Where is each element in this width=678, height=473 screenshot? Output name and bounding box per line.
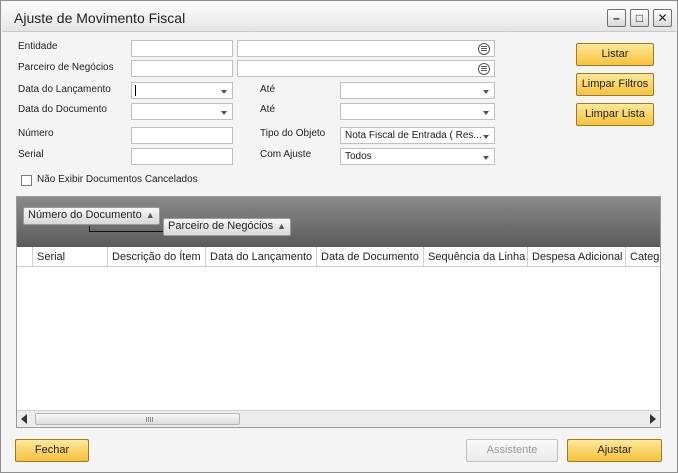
sort-ascending-icon: ▲: [145, 210, 155, 220]
parceiro-code-input[interactable]: [131, 60, 233, 77]
listar-button[interactable]: Listar: [576, 43, 654, 66]
tipo-objeto-select[interactable]: Nota Fiscal de Entrada ( Res...: [340, 127, 495, 144]
com-ajuste-value: Todos: [345, 151, 372, 162]
limpar-filtros-button[interactable]: Limpar Filtros: [576, 73, 654, 96]
text-caret: [135, 85, 136, 96]
column-header-data-lancamento[interactable]: Data do Lançamento: [206, 247, 317, 266]
window-title: Ajuste de Movimento Fiscal: [14, 10, 186, 26]
data-documento-label: Data do Documento: [18, 104, 107, 115]
choose-from-list-icon[interactable]: [478, 43, 490, 55]
data-documento-to-select[interactable]: [340, 103, 495, 120]
limpar-lista-button[interactable]: Limpar Lista: [576, 103, 654, 126]
entidade-code-input[interactable]: [131, 40, 233, 57]
column-header-despesa[interactable]: Despesa Adicional: [528, 247, 626, 266]
ate-documento-label: Até: [260, 104, 276, 115]
column-header-categoria[interactable]: Categ: [626, 247, 660, 266]
entidade-label: Entidade: [18, 41, 58, 52]
tipo-objeto-label: Tipo do Objeto: [260, 128, 326, 139]
entidade-name-input[interactable]: [237, 40, 495, 57]
column-header-data-documento[interactable]: Data de Documento: [317, 247, 424, 266]
maximize-button[interactable]: □: [630, 9, 649, 27]
com-ajuste-label: Com Ajuste: [260, 149, 312, 160]
group-chip-numero-documento[interactable]: Número do Documento ▲: [23, 207, 160, 225]
numero-input[interactable]: [131, 127, 233, 144]
column-header-sequencia[interactable]: Sequência da Linha: [424, 247, 528, 266]
scroll-left-icon[interactable]: [21, 414, 27, 424]
scrollbar-thumb[interactable]: [35, 413, 240, 425]
fechar-button[interactable]: Fechar: [15, 439, 89, 462]
data-lancamento-label: Data do Lançamento: [18, 84, 111, 95]
column-header-descricao[interactable]: Descrição do Ítem: [108, 247, 206, 266]
group-by-bar: Número do Documento ▲ Parceiro de Negócio…: [17, 197, 660, 247]
data-lancamento-from-select[interactable]: [131, 82, 233, 99]
row-selector-header[interactable]: [17, 247, 33, 266]
ajuste-movimento-fiscal-window: Ajuste de Movimento Fiscal – □ ✕ Entidad…: [0, 0, 678, 473]
group-chip-parceiro-negocios[interactable]: Parceiro de Negócios ▲: [163, 218, 292, 236]
numero-label: Número: [18, 128, 54, 139]
nao-exibir-cancelados-label: Não Exibir Documentos Cancelados: [37, 174, 198, 185]
nao-exibir-cancelados-checkbox[interactable]: [21, 175, 32, 186]
minimize-button[interactable]: –: [607, 9, 626, 27]
data-lancamento-to-select[interactable]: [340, 82, 495, 99]
assistente-button[interactable]: Assistente: [466, 439, 558, 462]
group-chip-label: Parceiro de Negócios: [168, 220, 274, 232]
close-button[interactable]: ✕: [653, 9, 672, 27]
sort-ascending-icon: ▲: [277, 221, 287, 231]
grid-header: Serial Descrição do Ítem Data do Lançame…: [17, 247, 660, 267]
grip-icon: [146, 417, 147, 422]
parceiro-label: Parceiro de Negócios: [18, 62, 114, 73]
serial-input[interactable]: [131, 148, 233, 165]
ajustar-button[interactable]: Ajustar: [567, 439, 662, 462]
choose-from-list-icon[interactable]: [478, 63, 490, 75]
data-documento-from-select[interactable]: [131, 103, 233, 120]
tipo-objeto-value: Nota Fiscal de Entrada ( Res...: [345, 130, 482, 141]
group-connector: [89, 226, 164, 232]
results-grid: Número do Documento ▲ Parceiro de Negócio…: [16, 196, 661, 428]
scroll-right-icon[interactable]: [650, 414, 656, 424]
horizontal-scrollbar[interactable]: [17, 410, 660, 427]
serial-label: Serial: [18, 149, 44, 160]
com-ajuste-select[interactable]: Todos: [340, 148, 495, 165]
title-bar[interactable]: Ajuste de Movimento Fiscal – □ ✕: [2, 2, 676, 32]
column-header-serial[interactable]: Serial: [33, 247, 108, 266]
group-chip-label: Número do Documento: [28, 209, 142, 221]
parceiro-name-input[interactable]: [237, 60, 495, 77]
ate-lancamento-label: Até: [260, 84, 276, 95]
